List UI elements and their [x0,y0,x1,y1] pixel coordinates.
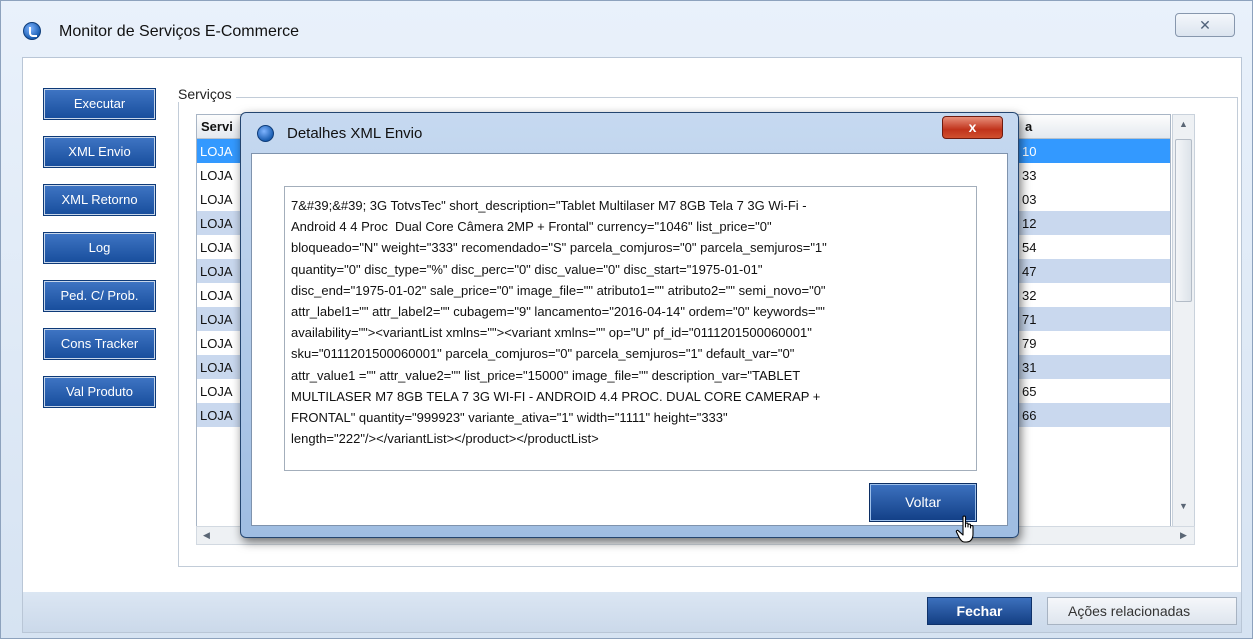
executar-button[interactable]: Executar [43,88,156,120]
dialog-client-area: 7&#39;&#39; 3G TotvsTec" short_descripti… [251,153,1008,526]
log-button[interactable]: Log [43,232,156,264]
pedidos-com-problema-button[interactable]: Ped. C/ Prob. [43,280,156,312]
cons-tracker-button[interactable]: Cons Tracker [43,328,156,360]
dialog-title: Detalhes XML Envio [287,125,423,142]
vertical-scrollbar[interactable]: ▲ ▼ [1172,114,1195,534]
window-close-button[interactable]: ✕ [1175,13,1235,37]
window-title: Monitor de Serviços E-Commerce [59,23,300,40]
xml-retorno-button[interactable]: XML Retorno [43,184,156,216]
column-header-last[interactable]: a [1025,119,1032,134]
dialog-close-button[interactable]: x [942,116,1003,139]
scroll-down-icon[interactable]: ▼ [1179,501,1188,511]
scroll-thumb[interactable] [1175,139,1192,302]
acoes-relacionadas-button[interactable]: Ações relacionadas [1047,597,1237,625]
scroll-left-icon[interactable]: ◀ [203,530,210,541]
services-group-label: Serviços [174,86,236,102]
xml-envio-button[interactable]: XML Envio [43,136,156,168]
fechar-button[interactable]: Fechar [927,597,1032,625]
hand-cursor-icon [955,515,974,543]
xml-details-dialog: Detalhes XML Envio x 7&#39;&#39; 3G Totv… [240,112,1019,538]
app-logo-icon [23,22,41,40]
xml-content: 7&#39;&#39; 3G TotvsTec" short_descripti… [291,198,827,447]
scroll-up-icon[interactable]: ▲ [1179,119,1188,129]
title-bar: Monitor de Serviços E-Commerce ✕ [1,1,1252,51]
dialog-logo-icon [257,125,274,142]
xml-text-area[interactable]: 7&#39;&#39; 3G TotvsTec" short_descripti… [284,186,977,471]
scroll-right-icon[interactable]: ▶ [1180,530,1187,541]
val-produto-button[interactable]: Val Produto [43,376,156,408]
column-header-servico[interactable]: Servi [201,119,233,134]
